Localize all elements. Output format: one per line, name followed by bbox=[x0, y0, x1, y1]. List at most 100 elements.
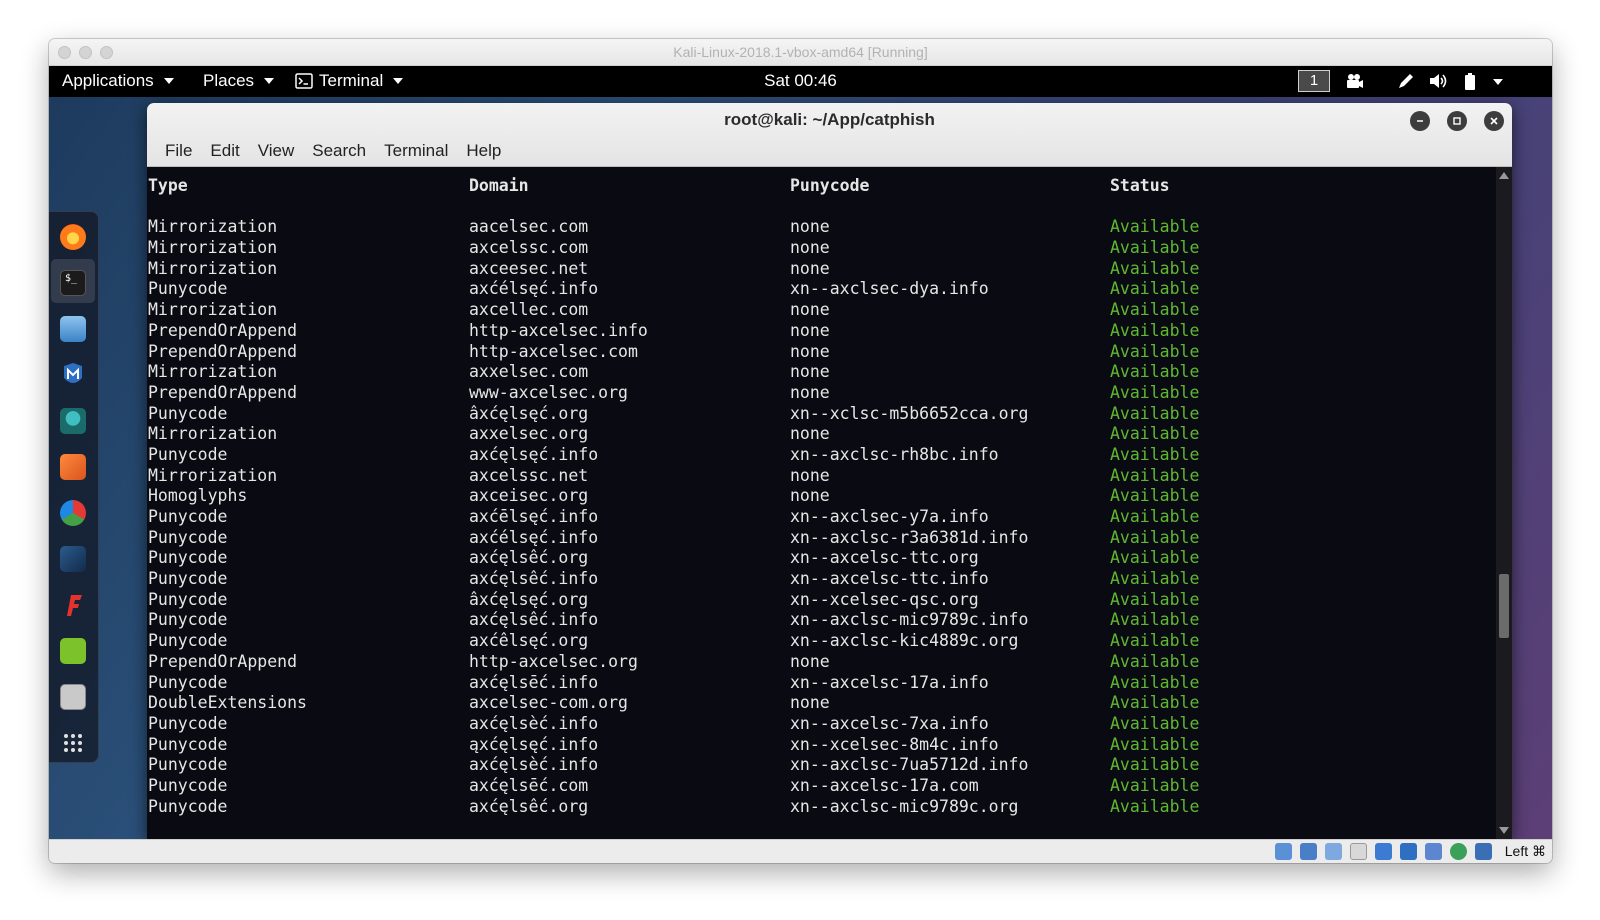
mouse-integration-icon[interactable] bbox=[1475, 843, 1492, 860]
terminal-output[interactable]: Type Domain Punycode Status Mirrorizatio… bbox=[147, 167, 1496, 839]
row-domain: âxćęlsęć.org bbox=[469, 589, 589, 609]
workspace-indicator[interactable]: 1 bbox=[1298, 70, 1330, 92]
minimize-icon bbox=[1417, 120, 1423, 122]
terminal-header[interactable]: root@kali: ~/App/catphish File Edit View… bbox=[147, 103, 1512, 167]
files-icon[interactable] bbox=[60, 316, 86, 342]
scroll-up-icon[interactable] bbox=[1499, 172, 1509, 179]
menu-help[interactable]: Help bbox=[457, 141, 510, 161]
terminal-scrollbar[interactable] bbox=[1496, 167, 1512, 839]
menu-view[interactable]: View bbox=[249, 141, 304, 161]
network-icon[interactable] bbox=[1350, 843, 1367, 860]
scroll-down-icon[interactable] bbox=[1499, 827, 1509, 834]
row-status: Available bbox=[1110, 507, 1200, 526]
row-domain: http-axcelsec.info bbox=[469, 320, 648, 340]
row-domain: axxelsec.com bbox=[469, 362, 589, 382]
results-list: Mirrorization aacelsec.com none Available Mi… bbox=[147, 217, 1496, 817]
dash-dock: $_ bbox=[49, 211, 99, 763]
row-punycode: none bbox=[790, 465, 830, 485]
result-row: Mirrorization axxelsec.com none Available bbox=[147, 362, 1496, 383]
result-row: Punycode axćęlsêć.org xn--axcelsc-ttc.org A… bbox=[147, 548, 1496, 569]
maximize-button[interactable] bbox=[1447, 111, 1467, 131]
menu-search[interactable]: Search bbox=[303, 141, 375, 161]
video-camera-icon[interactable] bbox=[1343, 70, 1365, 92]
terminal-icon[interactable]: $_ bbox=[60, 270, 86, 296]
row-type: Punycode bbox=[148, 569, 228, 589]
recording-icon[interactable] bbox=[1450, 843, 1467, 860]
screenshot-icon[interactable] bbox=[60, 684, 86, 710]
row-status: Available bbox=[1110, 341, 1200, 361]
result-row: Punycode ąxćęlsęć.info xn--xcelsec-8m4c.in… bbox=[147, 735, 1496, 756]
row-punycode: xn--axclsec-dya.info bbox=[790, 279, 989, 299]
volume-icon[interactable] bbox=[1427, 70, 1449, 92]
result-row: PrependOrAppend http-axcelsec.info none Ava… bbox=[147, 321, 1496, 342]
minimize-button[interactable] bbox=[1410, 111, 1430, 131]
leafpad-icon[interactable] bbox=[60, 638, 86, 664]
row-domain: axcelssc.net bbox=[469, 465, 589, 485]
battery-icon[interactable] bbox=[1459, 70, 1481, 92]
row-punycode: none bbox=[790, 217, 830, 237]
row-status: Available bbox=[1110, 631, 1200, 651]
result-row: Mirrorization axcelssc.net none Available bbox=[147, 466, 1496, 487]
row-domain: axćęlsêć.org bbox=[469, 796, 589, 816]
row-status: Available bbox=[1110, 651, 1200, 671]
row-status: Available bbox=[1110, 589, 1200, 609]
pen-icon[interactable] bbox=[1395, 70, 1417, 92]
maltego-icon[interactable] bbox=[60, 362, 86, 388]
result-row: Punycode axćęlsèć.info xn--axclsc-7ua5712d… bbox=[147, 755, 1496, 776]
menu-terminal[interactable]: Terminal bbox=[375, 141, 457, 161]
system-menu-chevron-icon[interactable] bbox=[1493, 79, 1503, 85]
user-icon[interactable] bbox=[60, 408, 86, 434]
row-type: Mirrorization bbox=[148, 258, 278, 278]
result-row: Punycode axćélsęć.info xn--axclsec-dya.inf… bbox=[147, 279, 1496, 300]
row-status: Available bbox=[1110, 362, 1200, 382]
row-punycode: none bbox=[790, 362, 830, 382]
row-punycode: none bbox=[790, 341, 830, 361]
result-row: Punycode axćélsęć.info xn--axclsc-r3a6381d… bbox=[147, 528, 1496, 549]
scroll-thumb[interactable] bbox=[1499, 574, 1509, 638]
display-icon[interactable] bbox=[1425, 843, 1442, 860]
row-type: Punycode bbox=[148, 527, 228, 547]
row-type: Punycode bbox=[148, 444, 228, 464]
menu-file[interactable]: File bbox=[156, 141, 201, 161]
shared-folders-icon[interactable] bbox=[1400, 843, 1417, 860]
row-domain: aacelsec.com bbox=[469, 217, 589, 237]
armitage-icon[interactable] bbox=[60, 500, 86, 526]
terminal-window: root@kali: ~/App/catphish File Edit View… bbox=[147, 103, 1512, 839]
host-titlebar[interactable]: Kali-Linux-2018.1-vbox-amd64 [Running] bbox=[49, 39, 1552, 66]
row-domain: axćęlsęć.info bbox=[469, 444, 599, 464]
menu-edit[interactable]: Edit bbox=[201, 141, 248, 161]
row-type: Punycode bbox=[148, 775, 228, 795]
row-punycode: none bbox=[790, 693, 830, 713]
row-status: Available bbox=[1110, 569, 1200, 589]
row-domain: axcelssc.com bbox=[469, 238, 589, 258]
row-punycode: xn--axclsc-rh8bc.info bbox=[790, 444, 999, 464]
result-row: Mirrorization axceesec.net none Available bbox=[147, 259, 1496, 280]
terminal-title: root@kali: ~/App/catphish bbox=[724, 110, 935, 129]
row-status: Available bbox=[1110, 527, 1200, 547]
row-status: Available bbox=[1110, 424, 1200, 444]
usb-icon[interactable] bbox=[1375, 843, 1392, 860]
firefox-icon[interactable] bbox=[60, 224, 86, 250]
row-punycode: xn--axcelsc-7xa.info bbox=[790, 713, 989, 733]
close-button[interactable] bbox=[1484, 111, 1504, 131]
row-type: Punycode bbox=[148, 507, 228, 526]
faraday-icon[interactable] bbox=[60, 592, 86, 618]
row-domain: axćęlsèć.info bbox=[469, 713, 599, 733]
row-punycode: xn--axcelsc-ttc.org bbox=[790, 548, 979, 568]
row-punycode: xn--axclsc-kic4889c.org bbox=[790, 631, 1019, 651]
row-status: Available bbox=[1110, 796, 1200, 816]
result-row: Punycode axćęlsêć.info xn--axclsc-mic9789c… bbox=[147, 610, 1496, 631]
row-type: Punycode bbox=[148, 403, 228, 423]
row-type: Mirrorization bbox=[148, 465, 278, 485]
row-punycode: none bbox=[790, 424, 830, 444]
result-row: Mirrorization aacelsec.com none Available bbox=[147, 217, 1496, 238]
row-punycode: xn--axclsc-mic9789c.org bbox=[790, 796, 1019, 816]
row-type: PrependOrAppend bbox=[148, 382, 298, 402]
show-apps-icon[interactable] bbox=[60, 730, 86, 756]
audio-icon[interactable] bbox=[1325, 843, 1342, 860]
hard-disk-icon[interactable] bbox=[1275, 843, 1292, 860]
optical-drive-icon[interactable] bbox=[1300, 843, 1317, 860]
burpsuite-icon[interactable] bbox=[60, 454, 86, 480]
metasploit-icon[interactable] bbox=[60, 546, 86, 572]
result-row: Mirrorization axcelssc.com none Available bbox=[147, 238, 1496, 259]
